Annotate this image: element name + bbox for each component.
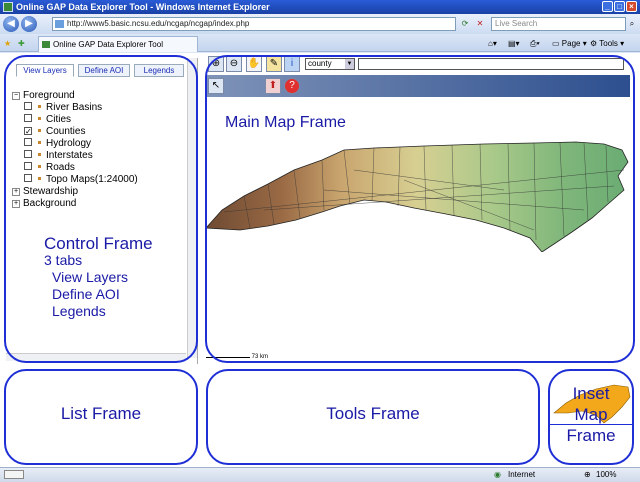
control-frame [4, 55, 198, 363]
zone-label: Internet [508, 470, 536, 479]
browser-tab[interactable]: Online GAP Data Explorer Tool [38, 36, 198, 52]
status-page-icon [4, 470, 24, 479]
page-menu[interactable]: ▭ Page ▾ [552, 37, 587, 50]
stop-icon[interactable]: ✕ [474, 17, 486, 31]
maximize-button[interactable]: □ [614, 1, 625, 12]
address-bar: ◀ ▶ http://www5.basic.ncsu.edu/ncgap/ncg… [0, 14, 640, 34]
tab-favicon [42, 41, 50, 48]
inset-label-line: Inset [572, 384, 610, 403]
tab-bar: ★ ✚ Online GAP Data Explorer Tool ⌂▾ ▤▾ … [0, 34, 640, 52]
search-input[interactable]: Live Search [491, 17, 626, 31]
window-title: Online GAP Data Explorer Tool - Windows … [16, 2, 270, 12]
tools-frame-label: Tools Frame [326, 404, 420, 423]
inset-label-line: Map [574, 405, 608, 424]
page-icon [55, 20, 64, 28]
status-bar: ◉ Internet ⊕ 100% [0, 467, 640, 482]
tab-title: Online GAP Data Explorer Tool [53, 40, 163, 49]
forward-button[interactable]: ▶ [21, 16, 37, 32]
browser-window: Online GAP Data Explorer Tool - Windows … [0, 0, 640, 482]
url-field[interactable]: http://www5.basic.ncsu.edu/ncgap/ncgap/i… [52, 17, 456, 31]
list-frame-label: List Frame [60, 404, 142, 423]
home-icon[interactable]: ⌂▾ [488, 37, 497, 50]
globe-icon: ◉ [494, 470, 501, 479]
main-map-frame [205, 55, 635, 363]
inset-frame-label: Inset Map Frame [548, 383, 634, 446]
refresh-icon[interactable]: ⟳ [459, 17, 471, 31]
add-favorites-icon[interactable]: ✚ [18, 37, 25, 50]
zoom-icon[interactable]: ⊕ [584, 468, 591, 482]
feeds-icon[interactable]: ▤▾ [508, 37, 520, 50]
ie-icon [3, 2, 13, 12]
title-bar: Online GAP Data Explorer Tool - Windows … [0, 0, 640, 14]
tools-menu[interactable]: ⚙ Tools ▾ [590, 37, 624, 50]
minimize-button[interactable]: _ [602, 1, 613, 12]
favorites-star-icon[interactable]: ★ [4, 37, 11, 50]
url-text: http://www5.basic.ncsu.edu/ncgap/ncgap/i… [67, 19, 250, 28]
back-button[interactable]: ◀ [3, 16, 19, 32]
zoom-level[interactable]: 100% [596, 468, 616, 482]
search-icon[interactable]: ⌕ [626, 17, 638, 31]
inset-label-line: Frame [566, 426, 616, 445]
close-button[interactable]: × [626, 1, 637, 12]
search-placeholder: Live Search [495, 19, 538, 28]
page-menu-label: Page [561, 39, 581, 48]
tools-menu-label: Tools [599, 39, 618, 48]
print-icon[interactable]: ⎙▾ [530, 37, 540, 50]
